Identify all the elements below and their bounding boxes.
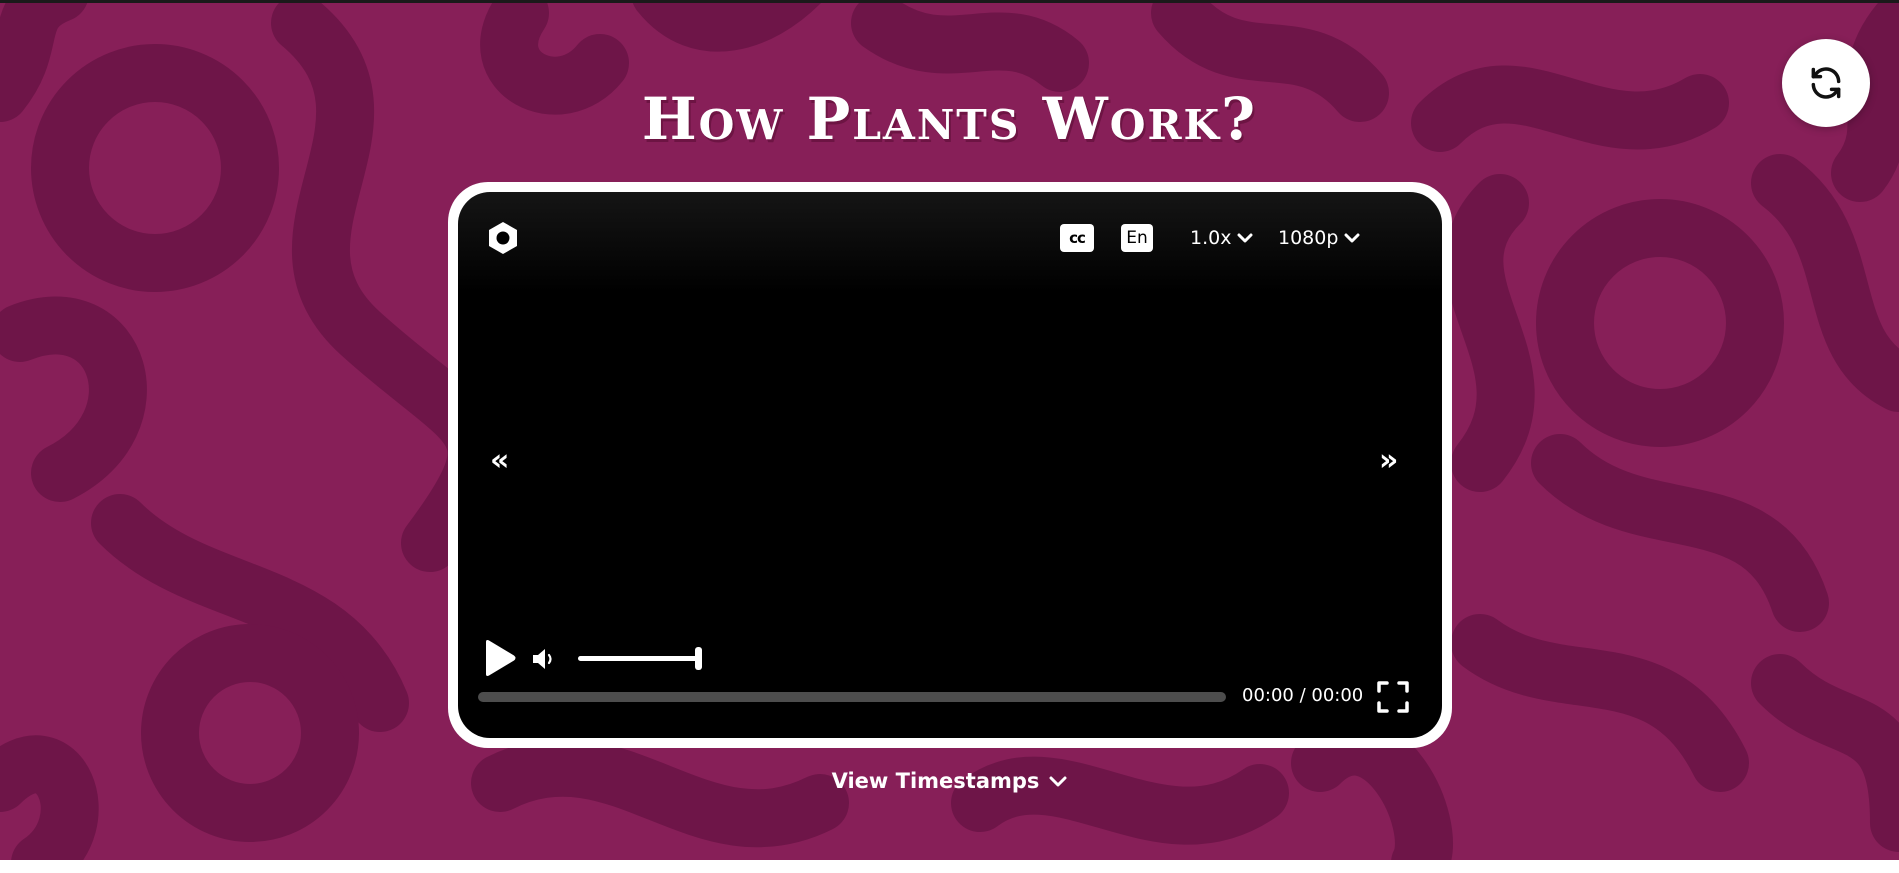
fullscreen-icon[interactable] [1376, 680, 1410, 714]
view-timestamps-label: View Timestamps [831, 769, 1040, 793]
quality-dropdown[interactable]: 1080p [1278, 224, 1360, 252]
previous-button[interactable]: « [490, 446, 509, 476]
language-button[interactable]: En [1121, 224, 1153, 252]
volume-icon[interactable] [530, 645, 558, 673]
page-background: How Plants Work? cc En 1.0x 1080p « » 00… [0, 0, 1899, 860]
view-timestamps-button[interactable]: View Timestamps [832, 769, 1068, 793]
progress-bar[interactable] [478, 692, 1226, 702]
captions-button[interactable]: cc [1060, 224, 1094, 252]
page-title: How Plants Work? [641, 85, 1258, 153]
time-display: 00:00 / 00:00 [1242, 685, 1364, 706]
quality-label: 1080p [1278, 227, 1339, 249]
volume-slider-handle[interactable] [695, 647, 702, 670]
video-player-frame: cc En 1.0x 1080p « » 00:00 / 00:00 [448, 182, 1452, 748]
play-icon[interactable] [480, 638, 518, 678]
volume-slider[interactable] [578, 656, 698, 661]
hexagon-logo-icon [489, 222, 517, 254]
refresh-icon [1811, 67, 1841, 99]
timestamps-toggle-row: View Timestamps [0, 769, 1899, 793]
chevron-down-icon [1237, 233, 1253, 243]
playback-speed-label: 1.0x [1190, 227, 1232, 249]
video-player[interactable]: cc En 1.0x 1080p « » 00:00 / 00:00 [458, 192, 1442, 738]
chevron-down-icon [1049, 776, 1067, 786]
refresh-button[interactable] [1782, 39, 1870, 127]
chevron-down-icon [1344, 233, 1360, 243]
next-button[interactable]: » [1379, 446, 1398, 476]
playback-speed-dropdown[interactable]: 1.0x [1190, 224, 1253, 252]
